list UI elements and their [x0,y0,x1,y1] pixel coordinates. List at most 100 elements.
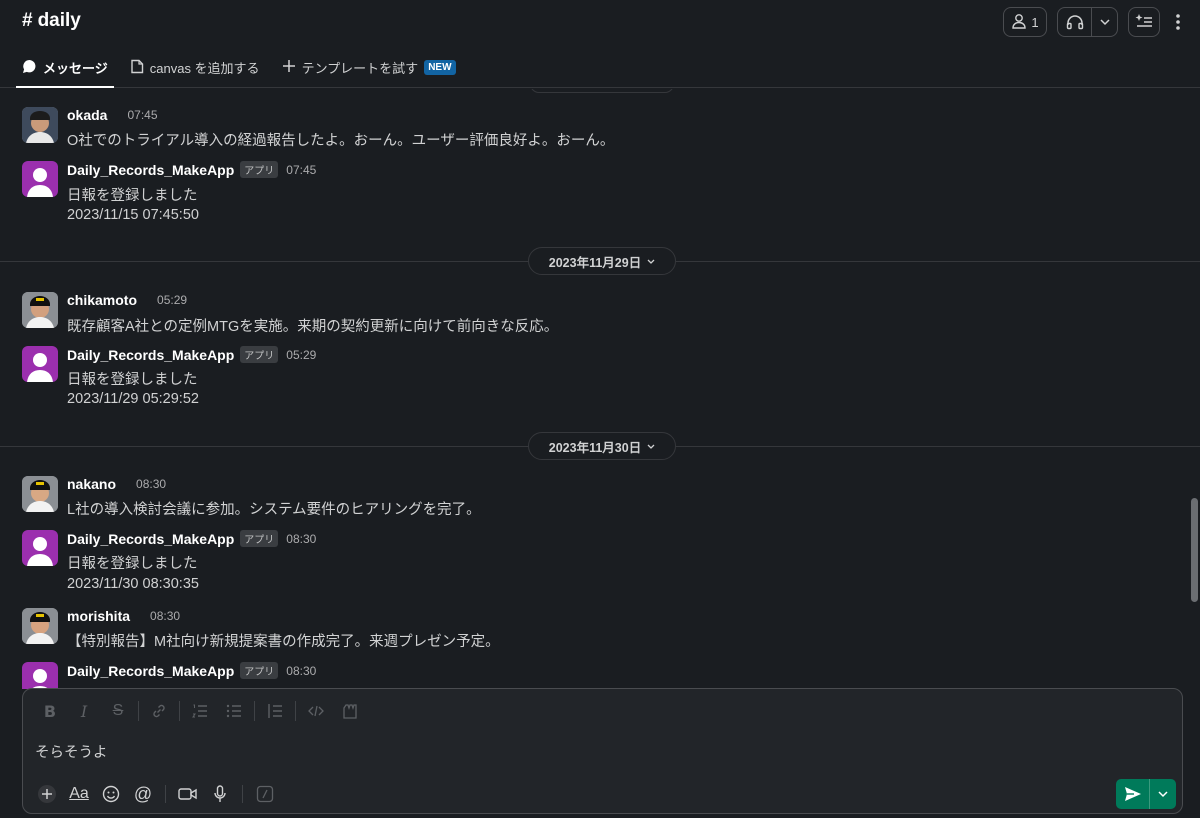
avatar[interactable] [22,476,58,512]
date-label: 2023年11月30日 [548,440,642,455]
avatar[interactable] [22,161,58,197]
date-divider-pill[interactable]: 2023年11月29日 [528,247,676,275]
message-input[interactable]: そらそうよ [35,741,108,762]
members-button[interactable]: 1 [1003,7,1047,37]
message-text: 2023/11/30 08:30:35 [67,576,199,592]
username[interactable]: okada [67,107,107,123]
emoji-icon[interactable] [95,781,127,807]
message-text: 既存顧客A社との定例MTGを実施。来期の契約更新に向けて前向きな反応。 [67,319,559,335]
bulleted-list-icon[interactable] [217,699,251,723]
toolbar-divider [254,701,255,721]
formatting-toolbar: B I S [33,699,367,723]
timestamp[interactable]: 07:45 [127,108,157,122]
username[interactable]: Daily_Records_MakeApp [67,162,234,178]
app-badge: アプリ [240,161,279,178]
person-icon [1011,13,1027,32]
message-text: 日報を登録しました [67,556,198,572]
blockquote-icon[interactable] [258,699,292,723]
headphones-icon[interactable] [1058,8,1092,36]
bold-icon[interactable]: B [33,699,67,723]
username[interactable]: Daily_Records_MakeApp [67,347,234,363]
video-icon[interactable] [172,781,204,807]
sparkle-list-button[interactable] [1128,7,1160,37]
message-text: 2023/11/15 07:45:50 [67,207,199,223]
app-badge: アプリ [240,530,279,547]
mention-icon[interactable]: @ [127,781,159,807]
username[interactable]: Daily_Records_MakeApp [67,531,234,547]
avatar[interactable] [22,662,58,689]
channel-name: daily [37,10,81,31]
italic-icon[interactable]: I [67,699,101,723]
strikethrough-icon[interactable]: S [101,699,135,723]
chevron-down-icon[interactable] [1150,790,1176,798]
username[interactable]: nakano [67,476,116,492]
hash-icon: # [22,10,33,31]
huddle-button[interactable] [1057,7,1118,37]
timestamp[interactable]: 07:45 [286,163,316,177]
message-text: 2023/11/29 05:29:52 [67,391,199,407]
date-label: 2023年11月29日 [548,255,642,270]
app-badge: アプリ [240,346,279,363]
date-divider-pill[interactable]: 2023年11月30日 [528,432,676,460]
header-actions: 1 [1003,7,1186,37]
slash-command-icon[interactable] [249,781,281,807]
message-text: 日報を登録しました [67,188,198,204]
tab-label: メッセージ [43,61,108,76]
avatar[interactable] [22,346,58,382]
timestamp[interactable]: 08:30 [286,532,316,546]
message-list[interactable]: okada 07:45 O社でのトライアル導入の経過報告したよ。おーん。ユーザー… [0,89,1200,689]
text-format-icon[interactable]: Aa [63,781,95,807]
message-composer[interactable]: B I S そらそうよ Aa @ [22,688,1183,814]
timestamp[interactable]: 08:30 [286,664,316,678]
app-badge: アプリ [240,662,279,679]
send-icon[interactable] [1116,779,1150,809]
channel-tabs: メッセージ canvas を追加する テンプレートを試す NEW [16,52,472,88]
timestamp[interactable]: 08:30 [150,609,180,623]
chevron-down-icon [647,254,655,268]
message-text: 【特別報告】M社向け新規提案書の作成完了。来週プレゼン予定。 [67,634,500,650]
message-text: L社の導入検討会議に参加。システム要件のヒアリングを完了。 [67,502,481,518]
message-text: 日報を登録しました [67,372,198,388]
avatar[interactable] [22,292,58,328]
username[interactable]: Daily_Records_MakeApp [67,663,234,679]
chevron-down-icon[interactable] [1092,18,1117,26]
chevron-down-icon [647,439,655,453]
link-icon[interactable] [142,699,176,723]
channel-title[interactable]: # daily [22,10,81,32]
tab-label: canvas を追加する [149,61,260,76]
code-icon[interactable] [299,699,333,723]
toolbar-divider [242,785,243,803]
more-options-icon[interactable] [1170,7,1186,37]
member-count: 1 [1031,14,1039,30]
sparkle-list-icon [1135,13,1153,32]
tab-label: テンプレートを試す [301,61,419,76]
timestamp[interactable]: 08:30 [136,477,166,491]
canvas-icon [130,59,144,77]
channel-header: # daily 1 メッセージ canvas を追加する テンプレートを試す N… [0,0,1200,88]
avatar[interactable] [22,530,58,566]
send-button[interactable] [1116,779,1176,809]
toolbar-divider [179,701,180,721]
timestamp[interactable]: 05:29 [286,348,316,362]
numbered-list-icon[interactable] [183,699,217,723]
composer-actions: Aa @ [31,781,281,807]
code-block-icon[interactable] [333,699,367,723]
avatar[interactable] [22,107,58,143]
new-badge: NEW [424,60,456,75]
message-text: O社でのトライアル導入の経過報告したよ。おーん。ユーザー評価良好よ。おーん。 [67,133,615,149]
timestamp[interactable]: 05:29 [157,293,187,307]
plus-icon[interactable] [31,781,63,807]
username[interactable]: chikamoto [67,292,137,308]
tab-messages[interactable]: メッセージ [16,52,114,88]
toolbar-divider [295,701,296,721]
toolbar-divider [165,785,166,803]
tab-add-canvas[interactable]: canvas を追加する [124,52,266,87]
scrollbar-thumb[interactable] [1191,498,1198,602]
plus-icon [282,59,296,76]
date-divider-pill[interactable] [530,89,674,93]
tab-try-template[interactable]: テンプレートを試す NEW [276,52,462,87]
microphone-icon[interactable] [204,781,236,807]
avatar[interactable] [22,608,58,644]
toolbar-divider [138,701,139,721]
username[interactable]: morishita [67,608,130,624]
